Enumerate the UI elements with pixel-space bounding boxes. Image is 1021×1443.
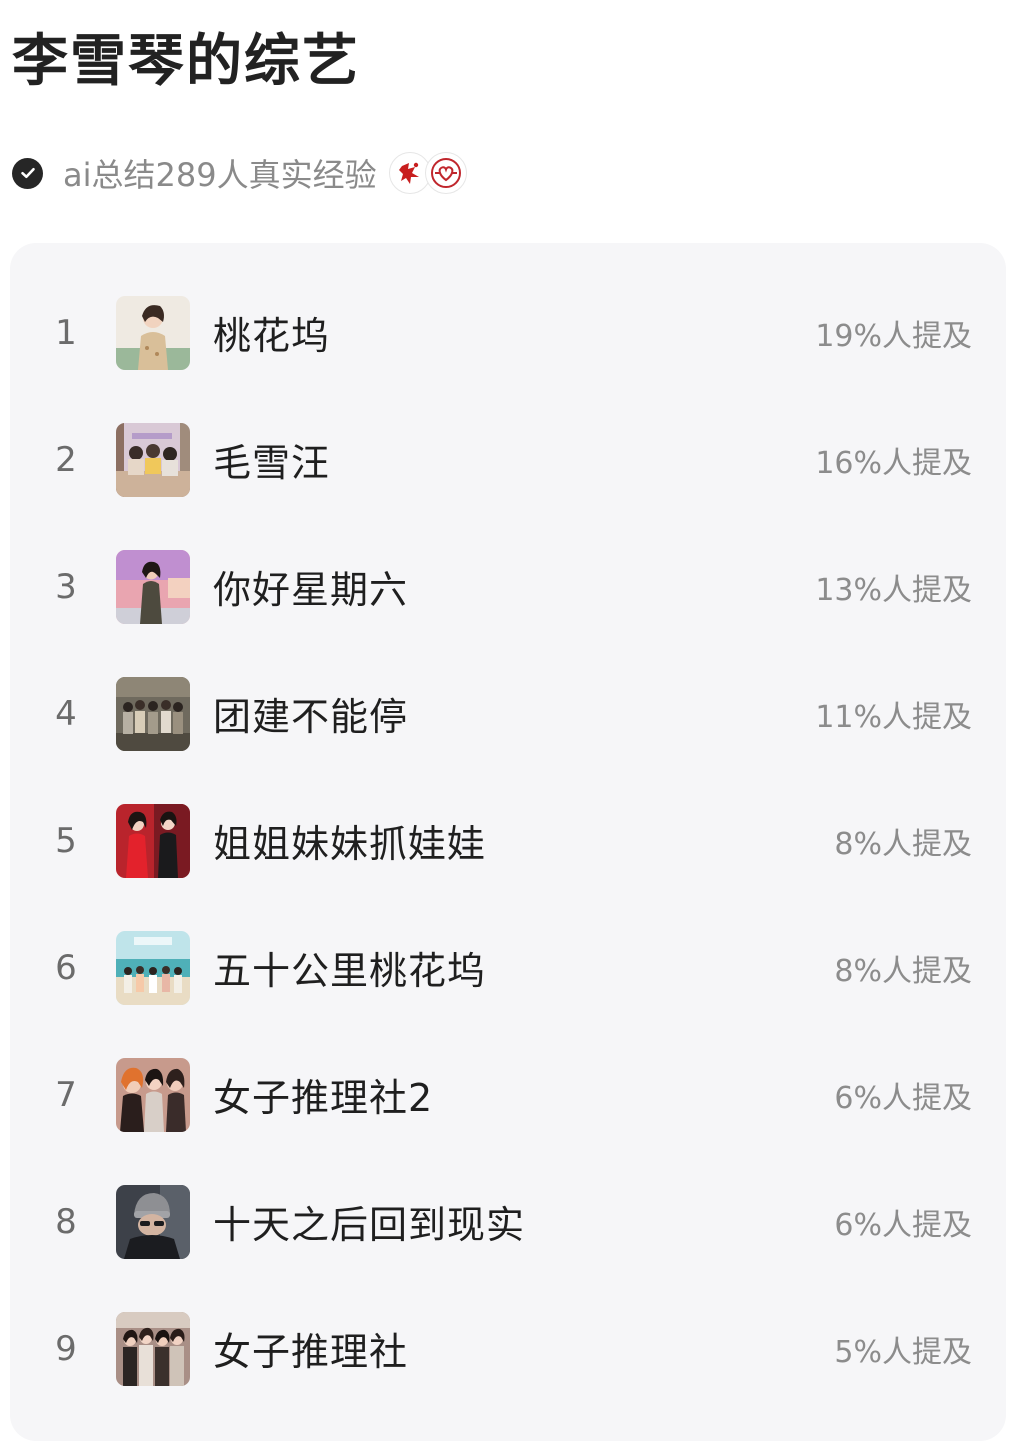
show-name: 十天之后回到现实 [213, 1203, 526, 1247]
show-name: 女子推理社2 [213, 1076, 434, 1120]
stage-host-icon [116, 549, 190, 624]
three-women-icon [116, 1057, 190, 1132]
show-name: 你好星期六 [213, 568, 409, 612]
rank-number: 9 [55, 1328, 77, 1369]
rank-number: 7 [55, 1074, 77, 1115]
beach-group-icon [116, 930, 190, 1005]
group-photo-icon [116, 676, 190, 751]
show-name: 五十公里桃花坞 [213, 949, 487, 993]
group-studio-icon [116, 422, 190, 497]
list-item-8[interactable]: 8 十天之后回到现实 6%人提及 [10, 1158, 1006, 1285]
variety-show-ranking: 1 桃花坞 19%人提及 2 毛雪汪 16%人提及 3 你好星期六 13%人提及… [10, 243, 1006, 1441]
check-circle-icon [12, 157, 43, 189]
rank-number: 5 [55, 820, 77, 861]
rank-number: 1 [55, 312, 77, 353]
mention-percent: 11%人提及 [815, 699, 972, 735]
mention-percent: 6%人提及 [834, 1207, 972, 1243]
mention-percent: 8%人提及 [834, 953, 972, 989]
rank-number: 2 [55, 439, 77, 480]
list-item-2[interactable]: 2 毛雪汪 16%人提及 [10, 396, 1006, 523]
show-name: 姐姐妹妹抓娃娃 [213, 822, 487, 866]
list-item-4[interactable]: 4 团建不能停 11%人提及 [10, 650, 1006, 777]
show-name: 女子推理社 [213, 1330, 409, 1374]
page-title: 李雪琴的综艺 [12, 29, 360, 94]
mention-percent: 8%人提及 [834, 826, 972, 862]
group-women-icon [116, 1311, 190, 1386]
mention-percent: 16%人提及 [815, 445, 972, 481]
mention-percent: 6%人提及 [834, 1080, 972, 1116]
show-name: 毛雪汪 [213, 441, 331, 485]
rank-number: 6 [55, 947, 77, 988]
list-item-9[interactable]: 9 女子推理社 5%人提及 [10, 1285, 1006, 1412]
ai-summary-row[interactable]: ai总结289人真实经验 [12, 148, 467, 198]
mention-percent: 5%人提及 [834, 1334, 972, 1370]
list-item-6[interactable]: 6 五十公里桃花坞 8%人提及 [10, 904, 1006, 1031]
summary-text: ai总结289人真实经验 [63, 156, 377, 194]
list-item-3[interactable]: 3 你好星期六 13%人提及 [10, 523, 1006, 650]
mention-percent: 13%人提及 [815, 572, 972, 608]
show-name: 团建不能停 [213, 695, 409, 739]
rank-number: 4 [55, 693, 77, 734]
mention-percent: 19%人提及 [815, 318, 972, 354]
rank-number: 8 [55, 1201, 77, 1242]
user-avatars [388, 152, 467, 194]
red-heart-badge-icon [424, 152, 467, 194]
list-item-1[interactable]: 1 桃花坞 19%人提及 [10, 269, 1006, 396]
list-item-7[interactable]: 7 女子推理社2 6%人提及 [10, 1031, 1006, 1158]
rank-number: 3 [55, 566, 77, 607]
portrait-woman-icon [116, 295, 190, 370]
list-item-5[interactable]: 5 姐姐妹妹抓娃娃 8%人提及 [10, 777, 1006, 904]
beanie-man-icon [116, 1184, 190, 1259]
red-dress-duo-icon [116, 803, 190, 878]
show-name: 桃花坞 [213, 314, 331, 358]
